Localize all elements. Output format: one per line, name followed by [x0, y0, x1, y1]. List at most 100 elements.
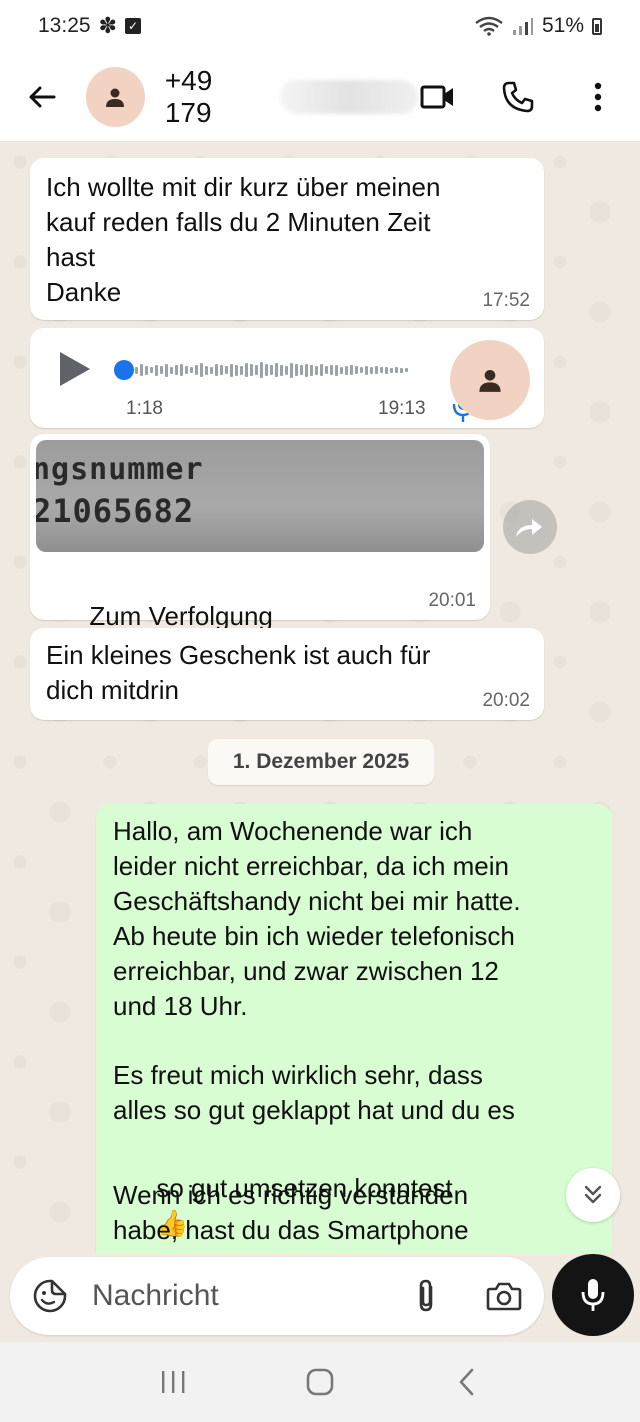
waveform-bar: [160, 366, 163, 374]
double-chevron-down-icon: [584, 1185, 602, 1204]
waveform-bar: [300, 365, 303, 375]
waveform-bar: [360, 367, 363, 373]
waveform-bar: [135, 366, 138, 374]
home-icon: [306, 1368, 334, 1396]
status-bar: 13:25 ✽ ✓ 51%: [0, 0, 640, 52]
waveform-bar: [245, 363, 248, 377]
incoming-message[interactable]: Ich wollte mit dir kurz über meinen kauf…: [30, 158, 544, 320]
waveform-bar: [140, 364, 143, 376]
date-divider: 1. Dezember 2025: [208, 739, 434, 785]
status-left: 13:25 ✽ ✓: [38, 13, 141, 39]
sticker-icon[interactable]: [28, 1274, 72, 1318]
header-actions: [418, 77, 618, 117]
waveform-bar: [405, 368, 408, 372]
image-message[interactable]: ngsnummer 21065682 Zum Verfolgung 🙋🏻‍♂️ …: [30, 434, 490, 666]
waveform-bar: [370, 366, 373, 374]
phone-icon[interactable]: [498, 77, 538, 117]
contact-name[interactable]: +49 179: [165, 65, 266, 129]
avatar-icon: [479, 369, 501, 392]
signal-icon: [512, 18, 533, 35]
waveform-bar: [175, 365, 178, 375]
composer-field: [10, 1257, 544, 1335]
battery-icon: [592, 17, 602, 35]
attach-icon[interactable]: [404, 1274, 448, 1318]
back-chevron-icon: [459, 1368, 473, 1396]
battery-percent: 51%: [541, 14, 584, 37]
chat-header: +49 179: [0, 52, 640, 142]
waveform-bar: [260, 362, 263, 378]
waveform-bar: [275, 363, 278, 377]
mic-icon: [581, 1279, 605, 1311]
back-button[interactable]: [437, 1357, 497, 1407]
voice-record-button[interactable]: [552, 1254, 634, 1336]
waveform-bar: [265, 364, 268, 376]
chat-area[interactable]: Ich wollte mit dir kurz über meinen kauf…: [0, 142, 640, 1254]
incoming-message[interactable]: Ein kleines Geschenk ist auch für dich m…: [30, 628, 544, 720]
more-vert-icon[interactable]: [578, 77, 618, 117]
waveform-bar: [340, 366, 343, 374]
message-paragraph-3: Wenn ich es richtig verstanden habe, has…: [113, 1180, 469, 1245]
message-input[interactable]: [92, 1279, 392, 1313]
scroll-to-bottom-button[interactable]: [566, 1168, 620, 1222]
home-button[interactable]: [290, 1357, 350, 1407]
waveform-bar: [380, 367, 383, 373]
waveform-bar: [240, 365, 243, 375]
waveform-bar: [230, 363, 233, 377]
message-time: 20:02: [482, 690, 530, 711]
forward-button[interactable]: [503, 500, 557, 554]
flower-icon: ✽: [98, 13, 117, 38]
waveform-bar: [235, 364, 238, 376]
waveform-bar: [250, 364, 253, 376]
video-call-icon[interactable]: [418, 77, 458, 117]
contact-avatar[interactable]: [85, 66, 145, 127]
waveform-bar: [215, 364, 218, 376]
photo-text-line1: ngsnummer: [36, 452, 204, 487]
waveform-bar: [200, 363, 203, 377]
status-time: 13:25: [38, 14, 91, 37]
voice-waveform[interactable]: [64, 352, 424, 388]
waveform-bar: [220, 365, 223, 375]
waveform-progress-dot[interactable]: [114, 360, 134, 380]
message-paragraph-2: Es freut mich wirklich sehr, dass alles …: [113, 1060, 515, 1125]
waveform-bar: [355, 366, 358, 374]
check-box-icon: ✓: [125, 18, 141, 34]
waveform-bar: [180, 364, 183, 376]
caption-text: Zum Verfolgung: [89, 601, 273, 631]
waveform-bar: [155, 364, 158, 376]
waveform-bar: [170, 366, 173, 374]
back-arrow-icon[interactable]: [22, 77, 62, 117]
waveform-bar: [165, 363, 168, 377]
waveform-bar: [290, 362, 293, 378]
status-right: 51%: [474, 14, 602, 38]
photo-text-line2: 21065682: [36, 492, 195, 530]
waveform-bars: [120, 361, 440, 379]
forward-icon: [516, 519, 542, 537]
redacted-name: [279, 79, 418, 114]
waveform-bar: [335, 364, 338, 376]
message-text: Ich wollte mit dir kurz über meinen kauf…: [46, 172, 441, 307]
shipment-photo[interactable]: ngsnummer 21065682: [36, 440, 484, 552]
waveform-bar: [195, 365, 198, 375]
waveform-bar: [285, 365, 288, 375]
waveform-bar: [365, 365, 368, 375]
waveform-bar: [385, 366, 388, 374]
recent-apps-button[interactable]: [143, 1357, 203, 1407]
waveform-bar: [145, 365, 148, 375]
waveform-bar: [345, 365, 348, 375]
waveform-bar: [390, 367, 393, 373]
waveform-bar: [270, 365, 273, 375]
waveform-bar: [210, 366, 213, 374]
voice-message[interactable]: 1:18 19:13: [30, 328, 544, 428]
camera-icon[interactable]: [482, 1274, 526, 1318]
waveform-bar: [225, 366, 228, 374]
waveform-bar: [310, 364, 313, 376]
outgoing-message[interactable]: Hallo, am Wochenende war ich leider nich…: [96, 804, 612, 1254]
waveform-bar: [280, 364, 283, 376]
waveform-bar: [400, 367, 403, 373]
wifi-icon: [475, 16, 503, 36]
waveform-bar: [375, 366, 378, 374]
message-time: 20:01: [428, 590, 476, 611]
waveform-bar: [395, 367, 398, 373]
waveform-bar: [205, 365, 208, 375]
waveform-bar: [305, 363, 308, 377]
